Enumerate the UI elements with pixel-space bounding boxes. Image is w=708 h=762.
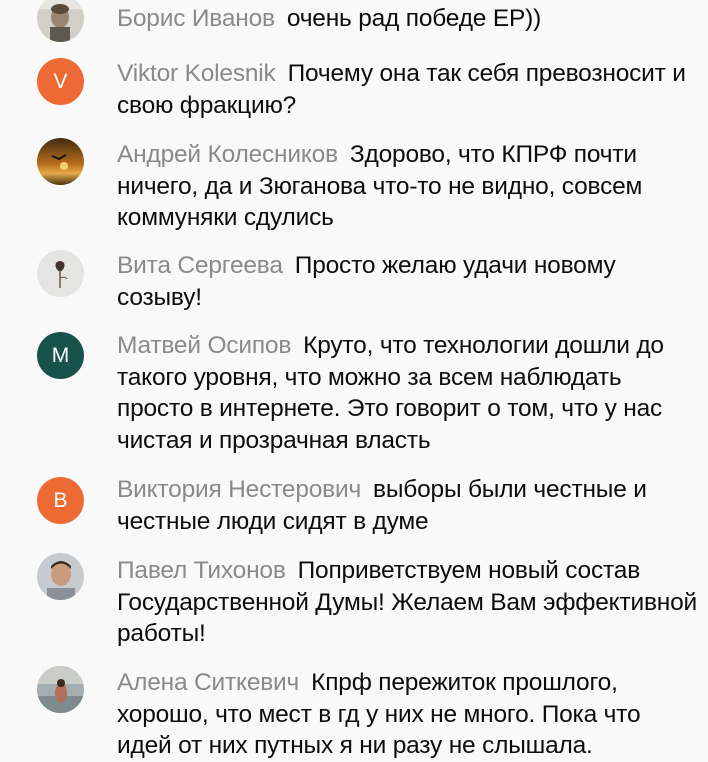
comment-author[interactable]: Павел Тихонов xyxy=(117,557,286,584)
avatar[interactable]: B xyxy=(37,477,84,524)
comment-text: Борис Иванов очень рад победе ЕР)) xyxy=(117,3,699,35)
comment-text: Павел Тихонов Поприветствуем новый состав… xyxy=(117,555,699,650)
avatar[interactable] xyxy=(37,250,84,297)
comment-author[interactable]: Матвей Осипов xyxy=(117,332,291,359)
avatar[interactable]: M xyxy=(37,332,84,379)
comment-text: Алена Ситкевич Кпрф пережиток прошлого, х… xyxy=(117,667,699,762)
comment-author[interactable]: Борис Иванов xyxy=(117,5,275,32)
avatar[interactable] xyxy=(37,0,84,42)
comment-author[interactable]: Viktor Kolesnik xyxy=(117,60,276,87)
comment-text: Виктория Нестерович выборы были честные и… xyxy=(117,474,699,537)
avatar[interactable] xyxy=(37,666,84,713)
avatar-letter: B xyxy=(53,488,68,512)
avatar-letter: V xyxy=(53,69,68,93)
comment-body: очень рад победе ЕР)) xyxy=(286,5,542,32)
comment-author[interactable]: Виктория Нестерович xyxy=(117,476,361,503)
avatar[interactable]: V xyxy=(37,58,84,105)
comment-text: Viktor Kolesnik Почему она так себя прево… xyxy=(117,58,699,121)
comments-list: Борис Иванов очень рад победе ЕР)) V Vikt… xyxy=(0,0,708,759)
comment-author[interactable]: Вита Сергеева xyxy=(117,252,283,279)
comment-text: Вита Сергеева Просто желаю удачи новому с… xyxy=(117,250,699,313)
comment-author[interactable]: Андрей Колесников xyxy=(117,141,338,168)
comment-author[interactable]: Алена Ситкевич xyxy=(117,669,299,696)
avatar-letter: M xyxy=(51,343,70,367)
comment-text: Матвей Осипов Круто, что технологии дошли… xyxy=(117,330,699,456)
comment-text: Андрей Колесников Здорово, что КПРФ почти… xyxy=(117,139,699,234)
avatar[interactable] xyxy=(37,553,84,600)
avatar[interactable] xyxy=(37,138,84,185)
